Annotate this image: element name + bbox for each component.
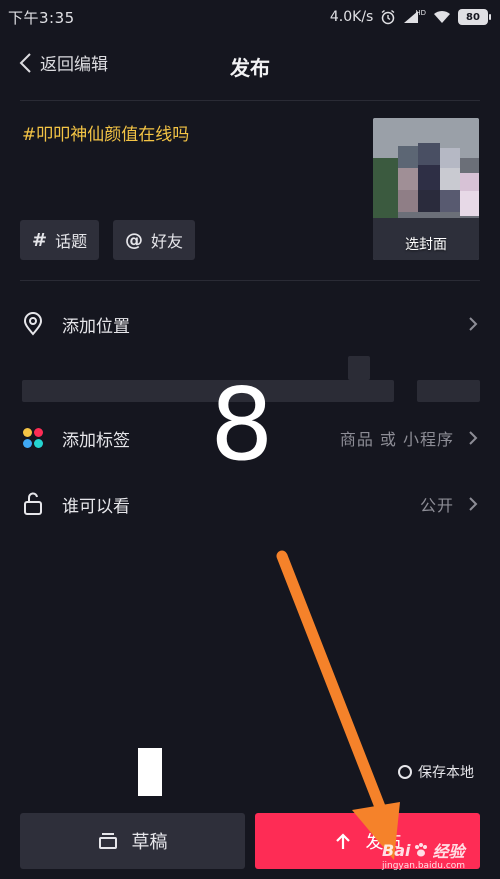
post-divider — [20, 280, 480, 281]
save-local-toggle[interactable]: 保存本地 — [398, 762, 474, 782]
watermark-suffix: 经验 — [432, 842, 465, 861]
add-tag-value: 商品 或 小程序 — [339, 430, 454, 449]
add-location-row[interactable]: 添加位置 — [20, 302, 480, 346]
save-local-label: 保存本地 — [418, 765, 474, 781]
watermark-url: jingyan.baidu.com — [382, 861, 466, 871]
network-speed: 4.0K/s — [329, 9, 374, 25]
draft-box-icon — [98, 833, 117, 849]
watermark-brand: Bai — [382, 840, 411, 860]
hd-badge: HD — [415, 9, 426, 17]
draft-button[interactable]: 草稿 — [20, 813, 245, 869]
wifi-icon — [434, 10, 450, 23]
alarm-icon — [381, 9, 395, 25]
chevron-right-icon — [469, 497, 478, 511]
location-pin-icon — [23, 312, 43, 336]
status-icons: 4.0K/s HD 80 — [329, 9, 491, 25]
cover-picker[interactable]: 选封面 — [373, 118, 479, 260]
add-location-label: 添加位置 — [62, 316, 130, 337]
visibility-value: 公开 — [419, 496, 454, 515]
header-divider — [20, 100, 480, 101]
visibility-row[interactable]: 谁可以看 公开 — [20, 482, 480, 526]
annotation-block — [138, 748, 162, 796]
topic-chip[interactable]: # 话题 — [20, 220, 100, 260]
dots-tag-icon — [23, 428, 43, 448]
chevron-right-icon — [469, 317, 478, 331]
hashtag-icon: # — [32, 229, 48, 251]
visibility-label: 谁可以看 — [62, 496, 130, 517]
step-number: 8 — [210, 366, 274, 483]
chevron-right-icon — [469, 431, 478, 445]
blurred-suggestion — [348, 356, 370, 380]
battery-indicator: 80 — [458, 9, 491, 25]
page-title: 发布 — [230, 56, 270, 80]
caption-text[interactable]: #叩叩神仙颜值在线吗 — [22, 120, 189, 145]
friends-chip-label: 好友 — [151, 232, 184, 251]
upload-arrow-icon — [335, 833, 350, 849]
draft-label: 草稿 — [131, 832, 168, 853]
radio-icon — [398, 765, 412, 779]
baidu-watermark: Bai 经验 jingyan.baidu.com — [382, 838, 498, 872]
friends-chip[interactable]: @ 好友 — [113, 220, 196, 260]
status-time: 下午3:35 — [8, 8, 75, 27]
blurred-suggestion — [22, 380, 394, 402]
topic-chip-label: 话题 — [55, 232, 88, 251]
status-bar: 下午3:35 4.0K/s HD 80 — [0, 0, 500, 34]
nav-bar: 返回编辑 发布 — [0, 34, 500, 94]
add-tag-label: 添加标签 — [62, 430, 130, 451]
at-icon: @ — [125, 229, 143, 251]
paw-icon — [415, 843, 428, 857]
cover-label: 选封面 — [405, 237, 447, 253]
blurred-suggestion — [417, 380, 480, 402]
unlock-icon — [24, 492, 42, 515]
